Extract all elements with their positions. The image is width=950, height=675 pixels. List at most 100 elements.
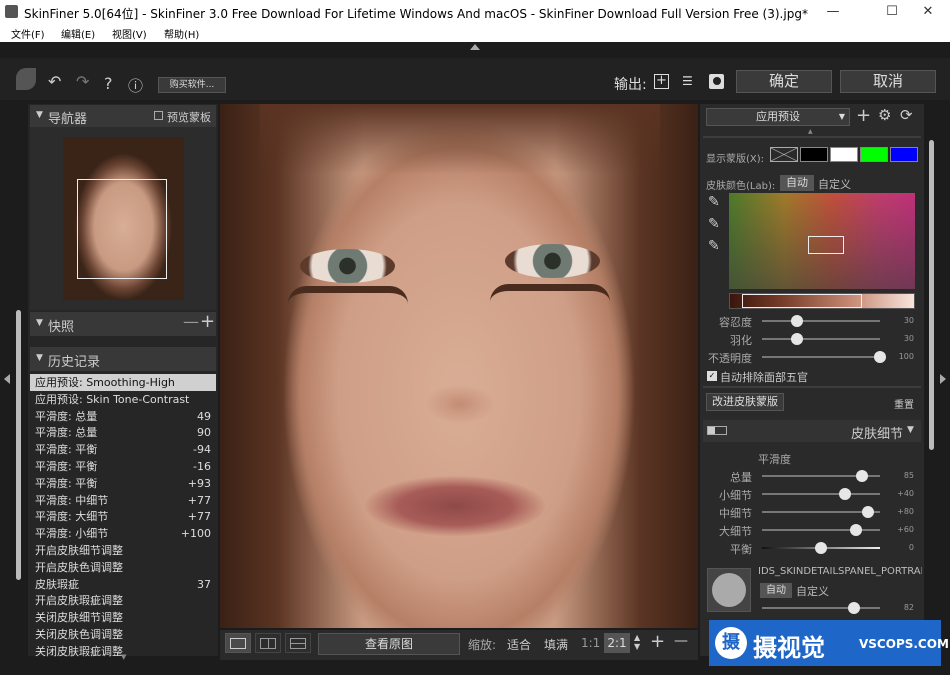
eyedropper-add-icon[interactable]: ✎ <box>708 216 720 232</box>
snapshot-remove-icon[interactable]: — <box>183 312 199 331</box>
help-icon[interactable]: ? <box>104 74 113 93</box>
zoom-2-1[interactable]: 2:1 <box>604 633 630 653</box>
split-vertical-button[interactable] <box>255 633 281 653</box>
skin-color-auto-button[interactable]: 自动 <box>780 175 814 191</box>
navigator-view-rect[interactable] <box>77 179 167 279</box>
lab-color-picker[interactable] <box>729 193 915 289</box>
tone-range-selection[interactable] <box>742 294 862 308</box>
history-item[interactable]: 关闭皮肤细节调整 <box>30 609 216 626</box>
opacity-slider[interactable] <box>762 351 886 363</box>
view-original-button[interactable]: 查看原图 <box>318 633 460 655</box>
photo-canvas[interactable] <box>220 104 698 628</box>
single-view-button[interactable] <box>225 633 251 653</box>
history-item[interactable]: 平滑度: 总量 90 <box>30 424 216 441</box>
mask-none-swatch[interactable] <box>770 147 798 162</box>
improve-mask-button[interactable]: 改进皮肤蒙版 <box>706 393 784 411</box>
eyedropper-icon[interactable]: ✎ <box>708 194 720 210</box>
zoom-fill[interactable]: 填满 <box>544 636 568 653</box>
output-mask-icon[interactable] <box>709 74 724 89</box>
skin-tone-range-bar[interactable] <box>729 293 915 309</box>
menu-edit[interactable]: 编辑(E) <box>61 26 95 41</box>
portrait-custom-button[interactable]: 自定义 <box>796 583 829 599</box>
portrait-slider[interactable] <box>762 602 880 614</box>
zoom-1-1[interactable]: 1:1 <box>581 636 600 650</box>
history-item[interactable]: 开启皮肤细节调整 <box>30 542 216 559</box>
reset-button[interactable]: 重置 <box>894 396 914 411</box>
refresh-icon[interactable]: ⟳ <box>900 106 913 124</box>
add-preset-icon[interactable]: + <box>856 105 871 126</box>
history-scroll-down-icon[interactable]: ▼ <box>121 653 126 661</box>
undo-icon[interactable]: ↶ <box>48 72 61 91</box>
skin-color-custom-button[interactable]: 自定义 <box>818 176 851 192</box>
history-item[interactable]: 平滑度: 平衡 +93 <box>30 475 216 492</box>
skin-detail-toggle[interactable] <box>707 426 727 435</box>
mask-color-swatch[interactable] <box>890 147 918 162</box>
cancel-button[interactable]: 取消 <box>840 70 936 93</box>
snapshot-add-icon[interactable]: + <box>200 311 215 332</box>
zoom-spin-icon[interactable]: ▲ ▼ <box>634 633 640 651</box>
history-item[interactable]: 开启皮肤色调调整 <box>30 559 216 576</box>
right-eyebrow <box>490 284 610 302</box>
mask-color-swatch[interactable] <box>800 147 828 162</box>
history-item[interactable]: 开启皮肤瑕疵调整 <box>30 592 216 609</box>
info-icon[interactable]: ⓘ <box>128 75 143 96</box>
balance-slider[interactable] <box>762 542 880 554</box>
exclude-features-checkbox[interactable]: ✓ <box>707 371 717 381</box>
output-adjust-icon[interactable]: ☰ <box>682 74 697 89</box>
preset-dropdown[interactable]: 应用预设 ▼ <box>706 108 850 126</box>
small-slider-knob[interactable] <box>838 488 851 500</box>
collapse-right-icon[interactable] <box>940 374 946 384</box>
show-mask-label: 显示蒙版(X): <box>706 154 765 165</box>
opacity-slider-knob[interactable] <box>874 351 886 363</box>
buy-button[interactable]: 购买软件... <box>158 77 226 93</box>
skin-detail-header: 皮肤细节 ▼ <box>703 420 921 442</box>
history-item[interactable]: 皮肤瑕疵 37 <box>30 576 216 593</box>
menu-help[interactable]: 帮助(H) <box>164 26 199 41</box>
collapse-left-icon[interactable] <box>4 374 10 384</box>
portrait-preset-tile[interactable] <box>707 568 751 612</box>
navigator-panel <box>30 127 216 310</box>
history-item-value: +93 <box>187 476 211 490</box>
history-item[interactable]: 关闭皮肤色调调整 <box>30 626 216 643</box>
color-selection-rect[interactable] <box>808 236 844 254</box>
split-horizontal-button[interactable] <box>285 633 311 653</box>
history-item[interactable]: 平滑度: 平衡 -94 <box>30 441 216 458</box>
zoom-in-icon[interactable]: + <box>650 631 665 652</box>
close-button[interactable]: ✕ <box>905 0 950 24</box>
history-item-name: 开启皮肤色调调整 <box>35 560 123 574</box>
zoom-fit[interactable]: 适合 <box>507 636 531 653</box>
gear-icon[interactable]: ⚙ <box>878 106 891 124</box>
history-item[interactable]: 平滑度: 大细节 +77 <box>30 508 216 525</box>
preview-mask-checkbox[interactable] <box>154 111 163 120</box>
zoom-out-icon[interactable]: — <box>674 633 688 649</box>
history-item[interactable]: 平滑度: 中细节 +77 <box>30 492 216 509</box>
medium-slider[interactable] <box>762 506 880 518</box>
history-item[interactable]: 应用预设: Skin Tone-Contrast <box>30 391 216 408</box>
history-item[interactable]: 应用预设: Smoothing-High <box>30 374 216 391</box>
menu-file[interactable]: 文件(F) <box>11 26 45 41</box>
redo-icon[interactable]: ↷ <box>76 72 89 91</box>
small-slider[interactable] <box>762 488 880 500</box>
history-item[interactable]: 平滑度: 平衡 -16 <box>30 458 216 475</box>
balance-slider-knob[interactable] <box>815 542 827 554</box>
portrait-auto-button[interactable]: 自动 <box>760 583 792 598</box>
minimize-button[interactable]: — <box>810 0 856 24</box>
collapse-top-icon[interactable] <box>470 44 480 50</box>
amount-slider[interactable] <box>762 470 880 482</box>
mask-color-swatch[interactable] <box>860 147 888 162</box>
collapse-preset-icon[interactable]: ▲ <box>808 128 813 135</box>
portrait-slider-knob[interactable] <box>848 602 860 614</box>
eyedropper-remove-icon[interactable]: ✎ <box>708 238 720 254</box>
right-scrollbar[interactable] <box>929 140 934 450</box>
left-scrollbar[interactable] <box>16 310 21 580</box>
history-item[interactable]: 平滑度: 总量 49 <box>30 408 216 425</box>
ok-button[interactable]: 确定 <box>736 70 832 93</box>
output-new-layer-icon[interactable]: + <box>654 74 669 89</box>
mask-color-swatch[interactable] <box>830 147 858 162</box>
menu-view[interactable]: 视图(V) <box>112 26 147 41</box>
large-slider[interactable] <box>762 524 880 536</box>
tolerance-slider[interactable] <box>762 315 880 327</box>
skin-detail-collapse-icon[interactable]: ▼ <box>907 425 914 435</box>
history-item[interactable]: 平滑度: 小细节 +100 <box>30 525 216 542</box>
feather-slider[interactable] <box>762 333 880 345</box>
